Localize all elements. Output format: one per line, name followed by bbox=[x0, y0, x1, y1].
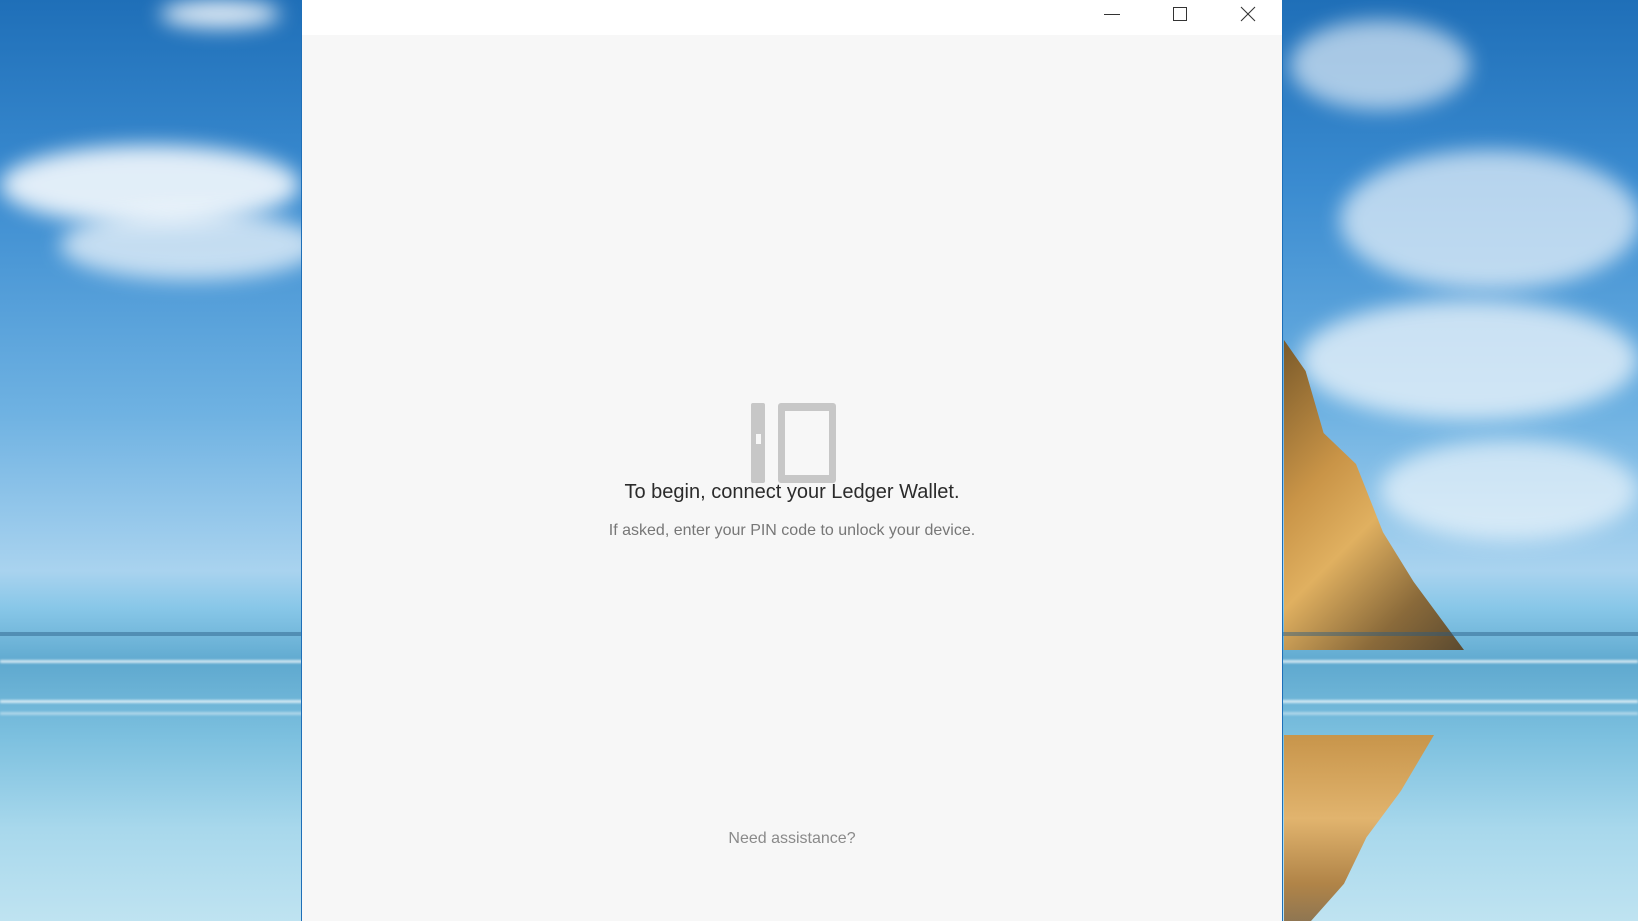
cloud bbox=[60, 210, 320, 280]
cloud bbox=[1380, 440, 1638, 540]
need-assistance-link[interactable]: Need assistance? bbox=[728, 830, 855, 847]
ledger-device-icon bbox=[751, 403, 836, 483]
page-subtitle: If asked, enter your PIN code to unlock … bbox=[608, 522, 976, 539]
minimize-button[interactable] bbox=[1078, 0, 1146, 28]
main-content bbox=[302, 35, 1282, 921]
window-controls bbox=[1078, 0, 1282, 28]
title-bar[interactable] bbox=[302, 0, 1282, 35]
maximize-icon bbox=[1173, 7, 1187, 21]
cloud bbox=[1300, 300, 1638, 420]
minimize-icon bbox=[1104, 14, 1120, 15]
help-link-container: Need assistance? bbox=[302, 830, 1282, 848]
cloud bbox=[1290, 20, 1470, 110]
app-window: To begin, connect your Ledger Wallet. If… bbox=[301, 0, 1283, 921]
maximize-button[interactable] bbox=[1146, 0, 1214, 28]
close-button[interactable] bbox=[1214, 0, 1282, 28]
cloud bbox=[160, 0, 280, 28]
cloud bbox=[1340, 150, 1638, 290]
close-icon bbox=[1240, 6, 1256, 22]
cliff-reflection bbox=[1284, 735, 1434, 921]
page-title: To begin, connect your Ledger Wallet. bbox=[624, 481, 960, 503]
